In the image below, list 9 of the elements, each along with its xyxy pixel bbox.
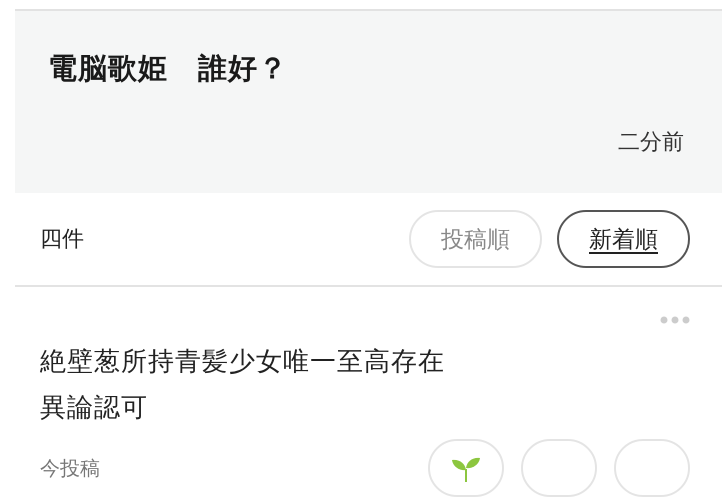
sort-button[interactable]: 投稿順 [409,210,542,268]
timestamp: 二分前 [618,129,684,157]
post-text-line: 絶壁葱所持青髪少女唯一至高存在 [40,346,445,379]
more-icon[interactable] [660,315,690,325]
post-status: 今投稿 [40,455,100,482]
item-count: 四件 [40,226,84,254]
sort-button[interactable]: 新着順 [557,210,690,268]
thread-title: 電脳歌姫 誰好？ [48,50,289,87]
post-text-line: 異論認可 [40,392,148,425]
